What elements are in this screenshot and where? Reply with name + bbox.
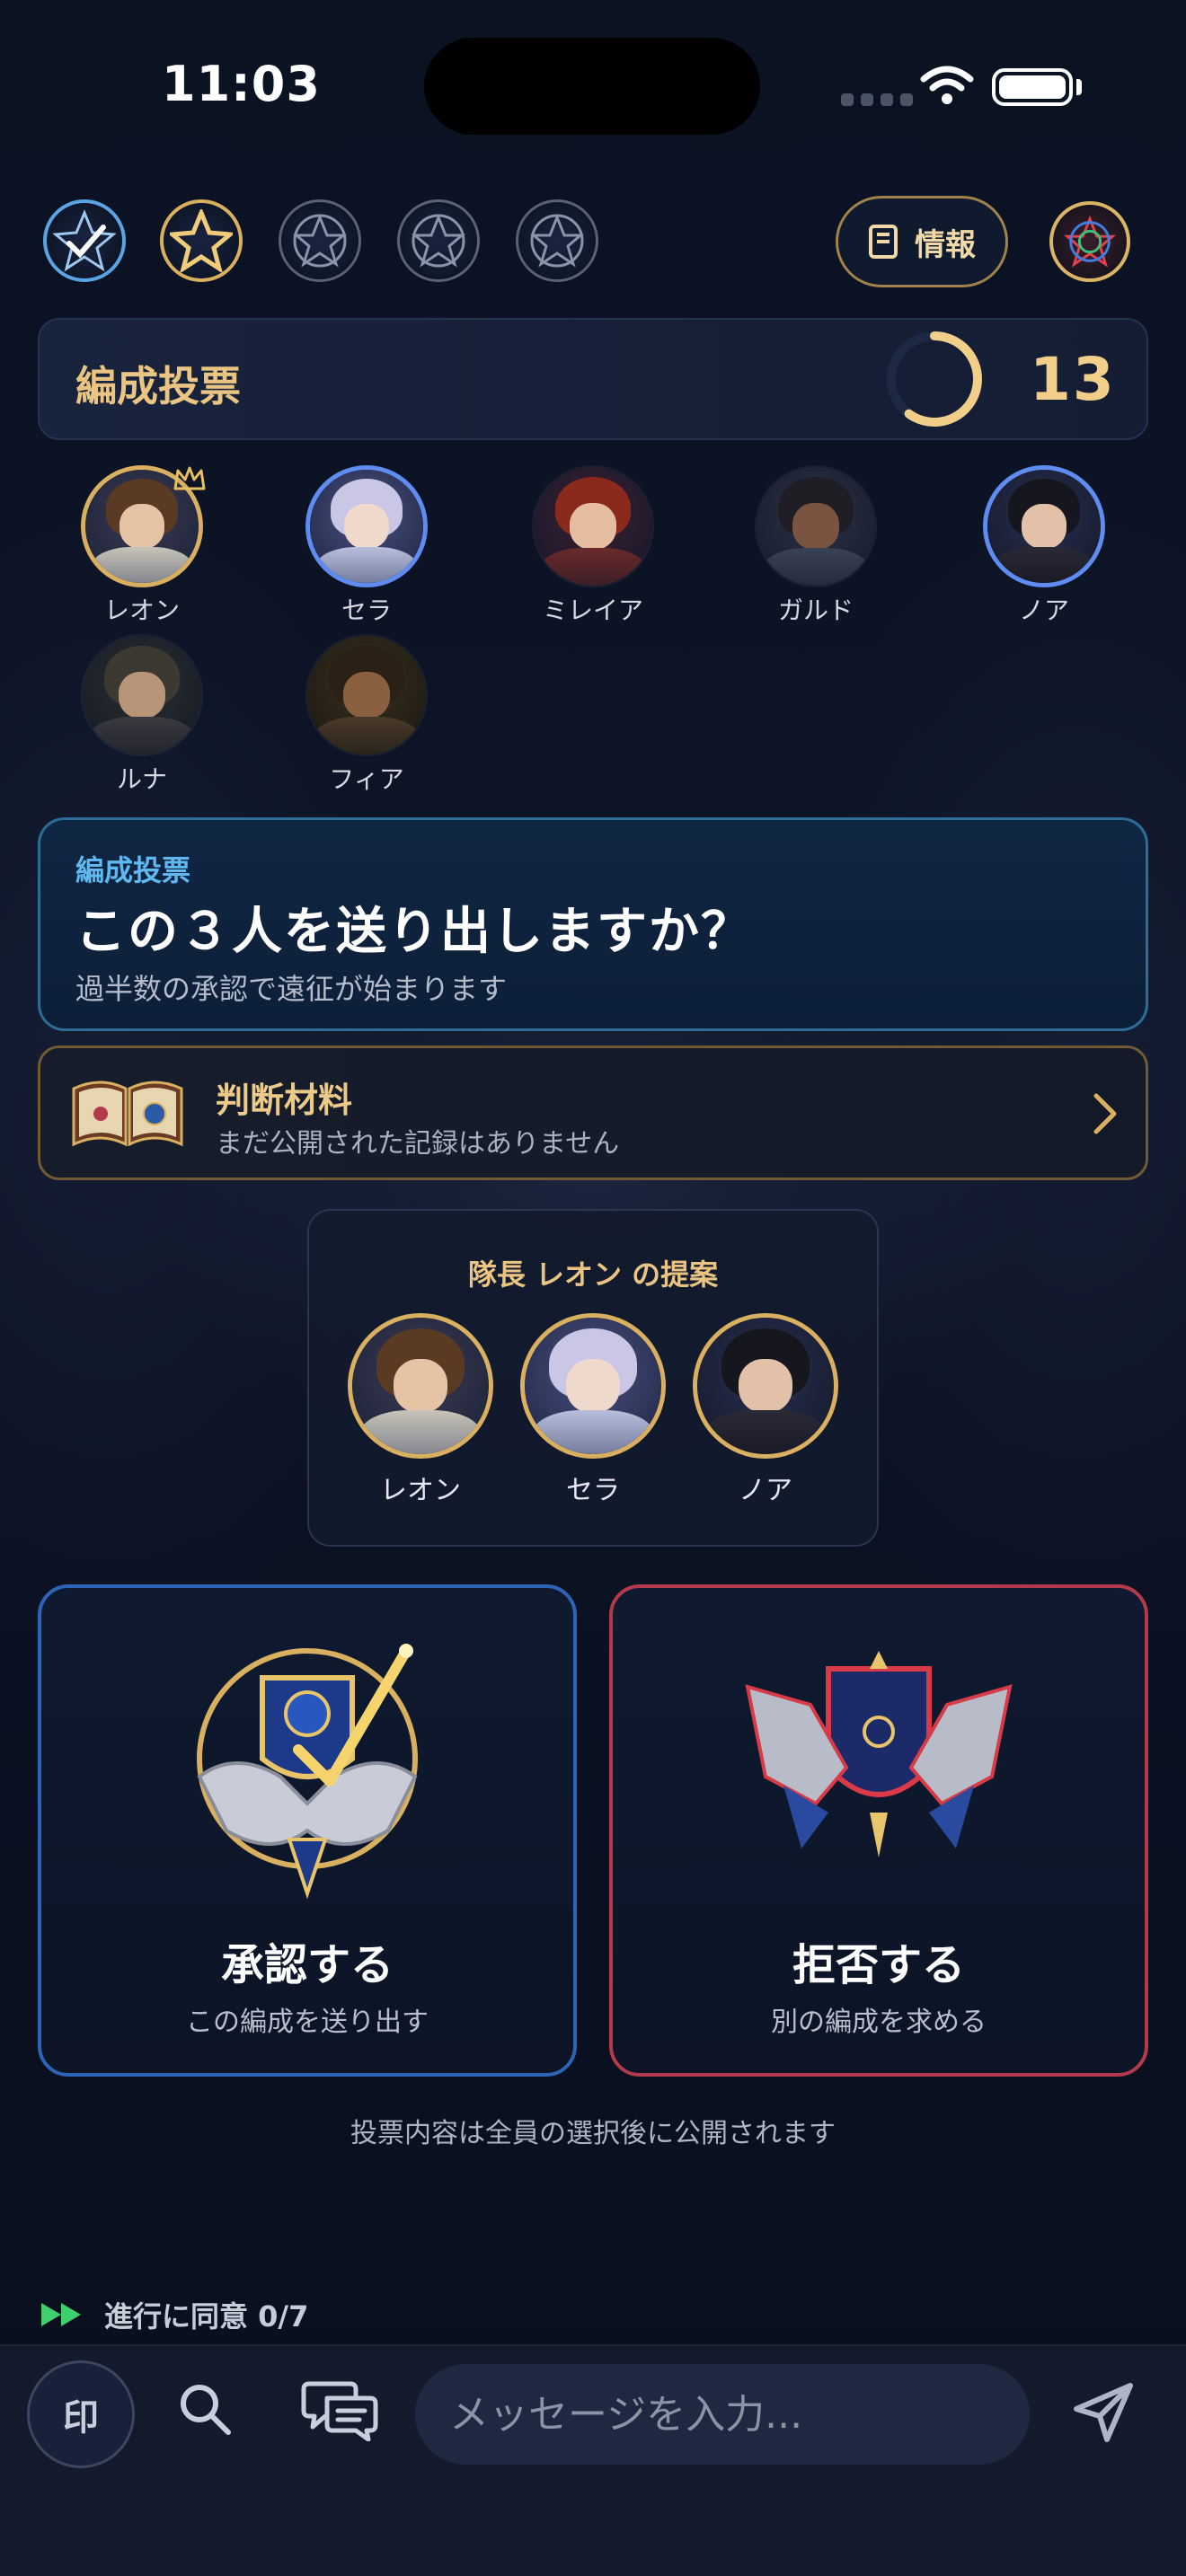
avatar [81,634,203,756]
seal-button[interactable]: 印 [27,2360,135,2468]
proposal-member-leon: レオン [344,1313,497,1507]
info-label: 情報 [915,226,976,263]
proposal-title: 隊長 レオン の提案 [467,1257,719,1292]
member-name: フィア [329,764,404,794]
chevron-right-icon [1093,1093,1117,1134]
member-name: ミレイア [542,595,643,625]
vote-subtitle: 過半数の承認で遠征が始まります [75,972,508,1006]
judgment-subtitle: まだ公開された記録はありません [216,1128,620,1160]
avatar [693,1313,838,1459]
member-gald[interactable]: ガルド [753,465,879,627]
proposal-member-name: レオン [380,1475,461,1506]
crown-icon [173,466,206,490]
judgment-title: 判断材料 [216,1081,353,1120]
member-name: セラ [341,595,392,625]
member-luna[interactable]: ルナ [79,634,205,796]
avatar [755,465,877,587]
proposal-member-name: セラ [566,1475,620,1506]
member-name: ノア [1018,595,1069,625]
member-name: ガルド [777,595,854,625]
member-sera[interactable]: セラ [304,465,429,627]
member-fia[interactable]: フィア [304,634,429,796]
timer-count: 13 [1030,345,1116,414]
avatar [348,1313,493,1459]
disclosure-note: 投票内容は全員の選択後に公開されます [350,2118,836,2149]
fast-forward-icon [41,2303,81,2326]
battery-tip [1076,79,1082,95]
avatar [983,465,1105,587]
pentagram-icon[interactable] [397,199,480,282]
progress-text: 進行に同意 0/7 [104,2299,309,2333]
star-icon[interactable] [160,199,243,282]
timer-ring [887,331,982,427]
member-name: レオン [103,595,180,625]
approve-label: 承認する [220,1940,394,1990]
chat-bubbles-icon[interactable] [300,2377,379,2441]
avatar [305,465,428,587]
signal-icon [841,93,913,106]
avatar [520,1313,666,1459]
vote-question: この３人を送り出しますか？ [75,903,753,961]
battery-icon [992,68,1073,106]
send-icon[interactable] [1071,2380,1136,2445]
avatar [532,465,654,587]
avatar [305,634,428,756]
check-star-icon[interactable] [43,199,126,282]
reject-label: 拒否する [792,1940,965,1990]
tri-color-pentagram-icon[interactable] [1049,201,1130,282]
member-mireia[interactable]: ミレイア [530,465,656,627]
open-book-icon [72,1081,183,1147]
member-noa[interactable]: ノア [981,465,1107,627]
member-name: ルナ [116,764,167,794]
message-input[interactable] [415,2364,1030,2465]
progress-consent: 進行に同意 0/7 [40,2294,308,2335]
proposal-member-sera: セラ [517,1313,669,1507]
vote-kicker: 編成投票 [75,853,191,887]
proposal-member-noa: ノア [689,1313,842,1507]
status-time: 11:03 [162,56,321,112]
pentagram-icon[interactable] [516,199,598,282]
approve-subtitle: この編成を送り出す [186,2007,429,2038]
proposal-member-name: ノア [739,1475,792,1506]
info-button[interactable]: 情報 [836,196,1008,287]
crossed-gauntlets-shield-icon [745,1651,1013,1857]
reject-subtitle: 別の編成を求める [771,2007,987,2038]
dynamic-island [424,38,760,135]
search-icon[interactable] [176,2380,234,2438]
pentagram-icon[interactable] [279,199,361,282]
book-icon [869,225,898,259]
wifi-icon [920,66,974,104]
handshake-crest-icon [197,1644,418,1900]
page-title: 編成投票 [75,362,241,410]
